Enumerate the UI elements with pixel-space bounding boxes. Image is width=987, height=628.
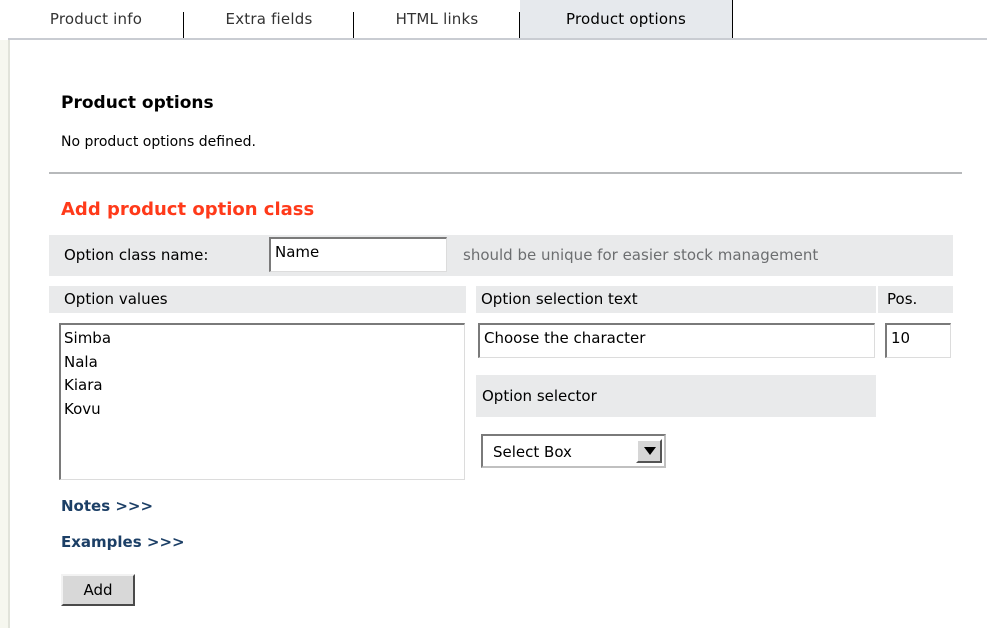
tab-html-links[interactable]: HTML links <box>354 0 520 38</box>
left-margin-strip <box>0 40 8 628</box>
tab-product-info[interactable]: Product info <box>8 0 184 38</box>
option-selector-value: Select Box <box>493 443 572 461</box>
add-option-class-heading: Add product option class <box>61 199 315 220</box>
option-selection-text-input[interactable]: Choose the character <box>478 323 875 358</box>
selection-text-label: Option selection text <box>481 290 638 308</box>
section-divider <box>49 172 962 174</box>
option-class-name-input[interactable]: Name <box>269 237 447 272</box>
tab-extra-fields[interactable]: Extra fields <box>184 0 354 38</box>
option-selector-select[interactable]: Select Box <box>481 434 666 468</box>
add-button[interactable]: Add <box>61 574 135 606</box>
option-selector-label: Option selector <box>482 387 597 405</box>
option-class-name-hint: should be unique for easier stock manage… <box>463 246 819 264</box>
left-margin-line <box>8 40 10 628</box>
pos-input[interactable]: 10 <box>885 323 951 358</box>
tab-product-options[interactable]: Product options <box>520 0 733 38</box>
option-class-name-label: Option class name: <box>64 246 209 264</box>
pos-label: Pos. <box>887 290 918 308</box>
examples-link[interactable]: Examples >>> <box>61 533 185 551</box>
tab-underline <box>8 38 987 40</box>
option-values-label: Option values <box>64 290 168 308</box>
tab-bar: Product info Extra fields HTML links Pro… <box>0 0 987 40</box>
chevron-down-icon[interactable] <box>636 439 662 463</box>
option-values-textarea[interactable]: Simba Nala Kiara Kovu <box>59 323 465 480</box>
product-options-heading: Product options <box>61 93 214 113</box>
no-options-message: No product options defined. <box>61 134 256 150</box>
notes-link[interactable]: Notes >>> <box>61 497 153 515</box>
